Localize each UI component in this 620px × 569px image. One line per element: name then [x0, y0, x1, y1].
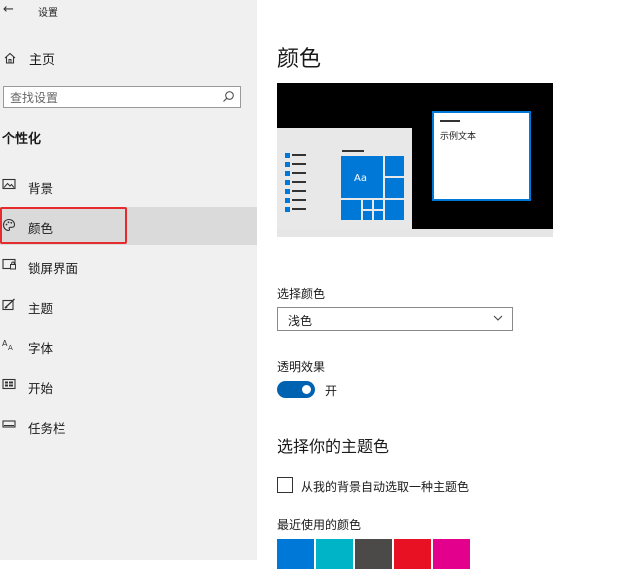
transparency-state: 开	[325, 384, 338, 398]
sidebar-item-start[interactable]: 开始	[0, 367, 257, 405]
color-swatch[interactable]	[316, 539, 353, 569]
sidebar-item-label: 主题	[28, 301, 54, 316]
picture-icon	[2, 178, 16, 190]
transparency-label: 透明效果	[277, 360, 326, 374]
window-title: 设置	[38, 8, 58, 19]
color-swatch[interactable]	[355, 539, 392, 569]
search-input[interactable]	[10, 89, 210, 107]
preview-tile-text: Aa	[354, 173, 367, 184]
color-swatch[interactable]	[394, 539, 431, 569]
search-icon[interactable]	[222, 90, 235, 103]
toggle-knob	[302, 385, 311, 394]
sidebar-item-themes[interactable]: 主题	[0, 287, 257, 325]
theme-brush-icon	[2, 298, 15, 311]
sidebar-item-label: 背景	[28, 181, 54, 196]
lock-screen-icon	[2, 258, 16, 270]
color-swatch[interactable]	[433, 539, 470, 569]
transparency-toggle[interactable]	[277, 381, 315, 398]
start-menu-icon	[2, 378, 16, 390]
sidebar-item-label: 锁屏界面	[28, 261, 79, 276]
recent-colors-label: 最近使用的颜色	[277, 518, 362, 532]
sidebar-item-lock-screen[interactable]: 锁屏界面	[0, 247, 257, 285]
title-bar: ← 设置	[0, 0, 257, 22]
preview-footer	[277, 229, 553, 237]
sidebar-item-label: 字体	[28, 341, 54, 356]
search-box[interactable]	[3, 86, 241, 108]
sidebar-item-background[interactable]: 背景	[0, 167, 257, 205]
sidebar-item-fonts[interactable]: A A 字体	[0, 327, 257, 365]
recent-colors-swatches	[277, 539, 472, 569]
selection-highlight-box	[0, 207, 127, 244]
sidebar-item-label: 开始	[28, 381, 54, 396]
sidebar-item-home[interactable]: 主页	[4, 48, 55, 68]
choose-color-value: 浅色	[288, 314, 313, 328]
sidebar-item-taskbar[interactable]: 任务栏	[0, 407, 257, 445]
taskbar-icon	[2, 420, 16, 428]
accent-color-heading: 选择你的主题色	[277, 437, 390, 456]
svg-text:A: A	[8, 344, 13, 351]
color-swatch[interactable]	[277, 539, 314, 569]
auto-pick-label: 从我的背景自动选取一种主题色	[301, 480, 470, 494]
home-label: 主页	[29, 52, 56, 68]
page-title: 颜色	[277, 47, 322, 72]
choose-color-label: 选择颜色	[277, 287, 326, 301]
font-icon: A A	[2, 339, 13, 351]
section-title: 个性化	[2, 132, 42, 147]
sidebar-item-label: 任务栏	[28, 421, 66, 436]
home-icon	[4, 52, 16, 64]
back-arrow-icon[interactable]: ←	[3, 2, 14, 17]
auto-pick-checkbox[interactable]	[277, 477, 293, 493]
color-preview: Aa 示例文本	[277, 83, 553, 236]
preview-sample-text: 示例文本	[440, 130, 476, 142]
sidebar: ← 设置 主页 个性化 背景 颜色	[0, 0, 257, 560]
choose-color-dropdown[interactable]: 浅色	[277, 307, 513, 331]
chevron-down-icon	[493, 315, 503, 321]
